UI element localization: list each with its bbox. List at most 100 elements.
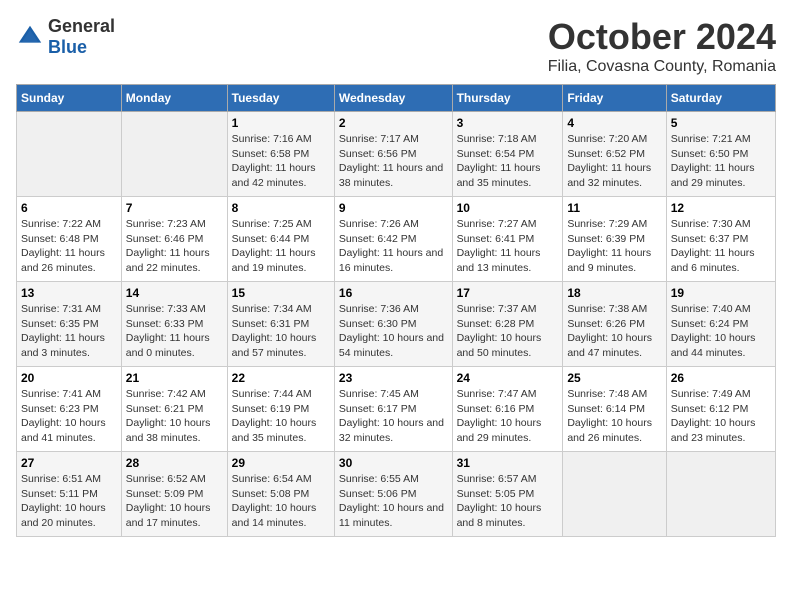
- day-number: 19: [671, 286, 771, 300]
- logo-general: General: [48, 16, 115, 36]
- day-info: Sunrise: 7:40 AMSunset: 6:24 PMDaylight:…: [671, 302, 771, 361]
- day-number: 15: [232, 286, 330, 300]
- day-number: 21: [126, 371, 223, 385]
- calendar-cell: 24 Sunrise: 7:47 AMSunset: 6:16 PMDaylig…: [452, 367, 563, 452]
- location-title: Filia, Covasna County, Romania: [548, 58, 776, 76]
- calendar-cell: 14 Sunrise: 7:33 AMSunset: 6:33 PMDaylig…: [121, 282, 227, 367]
- day-info: Sunrise: 7:21 AMSunset: 6:50 PMDaylight:…: [671, 132, 771, 191]
- day-info: Sunrise: 6:57 AMSunset: 5:05 PMDaylight:…: [457, 472, 559, 531]
- day-info: Sunrise: 7:44 AMSunset: 6:19 PMDaylight:…: [232, 387, 330, 446]
- day-number: 16: [339, 286, 448, 300]
- day-info: Sunrise: 6:55 AMSunset: 5:06 PMDaylight:…: [339, 472, 448, 531]
- day-info: Sunrise: 7:47 AMSunset: 6:16 PMDaylight:…: [457, 387, 559, 446]
- day-number: 30: [339, 456, 448, 470]
- logo: General Blue: [16, 16, 115, 58]
- day-info: Sunrise: 7:18 AMSunset: 6:54 PMDaylight:…: [457, 132, 559, 191]
- calendar-cell: 23 Sunrise: 7:45 AMSunset: 6:17 PMDaylig…: [334, 367, 452, 452]
- calendar-week-row: 13 Sunrise: 7:31 AMSunset: 6:35 PMDaylig…: [17, 282, 776, 367]
- weekday-header: Saturday: [666, 85, 775, 112]
- day-info: Sunrise: 6:52 AMSunset: 5:09 PMDaylight:…: [126, 472, 223, 531]
- day-number: 31: [457, 456, 559, 470]
- day-number: 3: [457, 116, 559, 130]
- day-info: Sunrise: 7:27 AMSunset: 6:41 PMDaylight:…: [457, 217, 559, 276]
- calendar-cell: 31 Sunrise: 6:57 AMSunset: 5:05 PMDaylig…: [452, 452, 563, 537]
- calendar-cell: 26 Sunrise: 7:49 AMSunset: 6:12 PMDaylig…: [666, 367, 775, 452]
- day-info: Sunrise: 7:48 AMSunset: 6:14 PMDaylight:…: [567, 387, 661, 446]
- calendar-cell: 12 Sunrise: 7:30 AMSunset: 6:37 PMDaylig…: [666, 197, 775, 282]
- calendar-week-row: 6 Sunrise: 7:22 AMSunset: 6:48 PMDayligh…: [17, 197, 776, 282]
- weekday-header: Monday: [121, 85, 227, 112]
- calendar-cell: 5 Sunrise: 7:21 AMSunset: 6:50 PMDayligh…: [666, 112, 775, 197]
- day-number: 23: [339, 371, 448, 385]
- day-info: Sunrise: 7:31 AMSunset: 6:35 PMDaylight:…: [21, 302, 117, 361]
- day-number: 5: [671, 116, 771, 130]
- calendar-cell: 25 Sunrise: 7:48 AMSunset: 6:14 PMDaylig…: [563, 367, 666, 452]
- calendar-cell: [17, 112, 122, 197]
- weekday-header: Friday: [563, 85, 666, 112]
- calendar-cell: [121, 112, 227, 197]
- calendar-cell: [666, 452, 775, 537]
- calendar-cell: 11 Sunrise: 7:29 AMSunset: 6:39 PMDaylig…: [563, 197, 666, 282]
- title-block: October 2024 Filia, Covasna County, Roma…: [548, 16, 776, 76]
- day-number: 13: [21, 286, 117, 300]
- calendar-header: SundayMondayTuesdayWednesdayThursdayFrid…: [17, 85, 776, 112]
- calendar-week-row: 27 Sunrise: 6:51 AMSunset: 5:11 PMDaylig…: [17, 452, 776, 537]
- day-info: Sunrise: 7:25 AMSunset: 6:44 PMDaylight:…: [232, 217, 330, 276]
- weekday-header: Tuesday: [227, 85, 334, 112]
- calendar-cell: 18 Sunrise: 7:38 AMSunset: 6:26 PMDaylig…: [563, 282, 666, 367]
- day-info: Sunrise: 7:17 AMSunset: 6:56 PMDaylight:…: [339, 132, 448, 191]
- day-info: Sunrise: 7:37 AMSunset: 6:28 PMDaylight:…: [457, 302, 559, 361]
- day-info: Sunrise: 7:33 AMSunset: 6:33 PMDaylight:…: [126, 302, 223, 361]
- day-info: Sunrise: 7:20 AMSunset: 6:52 PMDaylight:…: [567, 132, 661, 191]
- day-info: Sunrise: 7:36 AMSunset: 6:30 PMDaylight:…: [339, 302, 448, 361]
- page-header: General Blue October 2024 Filia, Covasna…: [16, 16, 776, 76]
- calendar-cell: 17 Sunrise: 7:37 AMSunset: 6:28 PMDaylig…: [452, 282, 563, 367]
- day-number: 1: [232, 116, 330, 130]
- calendar-body: 1 Sunrise: 7:16 AMSunset: 6:58 PMDayligh…: [17, 112, 776, 537]
- calendar-table: SundayMondayTuesdayWednesdayThursdayFrid…: [16, 84, 776, 537]
- calendar-cell: 6 Sunrise: 7:22 AMSunset: 6:48 PMDayligh…: [17, 197, 122, 282]
- weekday-header: Thursday: [452, 85, 563, 112]
- calendar-cell: 10 Sunrise: 7:27 AMSunset: 6:41 PMDaylig…: [452, 197, 563, 282]
- day-info: Sunrise: 7:22 AMSunset: 6:48 PMDaylight:…: [21, 217, 117, 276]
- calendar-cell: 27 Sunrise: 6:51 AMSunset: 5:11 PMDaylig…: [17, 452, 122, 537]
- day-info: Sunrise: 7:29 AMSunset: 6:39 PMDaylight:…: [567, 217, 661, 276]
- calendar-cell: 29 Sunrise: 6:54 AMSunset: 5:08 PMDaylig…: [227, 452, 334, 537]
- calendar-cell: 4 Sunrise: 7:20 AMSunset: 6:52 PMDayligh…: [563, 112, 666, 197]
- day-number: 29: [232, 456, 330, 470]
- day-number: 11: [567, 201, 661, 215]
- day-info: Sunrise: 6:54 AMSunset: 5:08 PMDaylight:…: [232, 472, 330, 531]
- calendar-cell: 1 Sunrise: 7:16 AMSunset: 6:58 PMDayligh…: [227, 112, 334, 197]
- month-title: October 2024: [548, 16, 776, 58]
- day-info: Sunrise: 7:42 AMSunset: 6:21 PMDaylight:…: [126, 387, 223, 446]
- calendar-cell: 7 Sunrise: 7:23 AMSunset: 6:46 PMDayligh…: [121, 197, 227, 282]
- day-info: Sunrise: 7:41 AMSunset: 6:23 PMDaylight:…: [21, 387, 117, 446]
- calendar-cell: 3 Sunrise: 7:18 AMSunset: 6:54 PMDayligh…: [452, 112, 563, 197]
- day-number: 27: [21, 456, 117, 470]
- day-info: Sunrise: 7:16 AMSunset: 6:58 PMDaylight:…: [232, 132, 330, 191]
- day-number: 26: [671, 371, 771, 385]
- day-number: 9: [339, 201, 448, 215]
- day-number: 25: [567, 371, 661, 385]
- calendar-week-row: 20 Sunrise: 7:41 AMSunset: 6:23 PMDaylig…: [17, 367, 776, 452]
- day-number: 24: [457, 371, 559, 385]
- calendar-cell: 16 Sunrise: 7:36 AMSunset: 6:30 PMDaylig…: [334, 282, 452, 367]
- day-number: 8: [232, 201, 330, 215]
- calendar-cell: 15 Sunrise: 7:34 AMSunset: 6:31 PMDaylig…: [227, 282, 334, 367]
- calendar-cell: 21 Sunrise: 7:42 AMSunset: 6:21 PMDaylig…: [121, 367, 227, 452]
- logo-icon: [16, 23, 44, 51]
- calendar-cell: 28 Sunrise: 6:52 AMSunset: 5:09 PMDaylig…: [121, 452, 227, 537]
- day-info: Sunrise: 7:26 AMSunset: 6:42 PMDaylight:…: [339, 217, 448, 276]
- weekday-header: Wednesday: [334, 85, 452, 112]
- calendar-cell: 30 Sunrise: 6:55 AMSunset: 5:06 PMDaylig…: [334, 452, 452, 537]
- day-number: 17: [457, 286, 559, 300]
- calendar-cell: 2 Sunrise: 7:17 AMSunset: 6:56 PMDayligh…: [334, 112, 452, 197]
- weekday-row: SundayMondayTuesdayWednesdayThursdayFrid…: [17, 85, 776, 112]
- day-info: Sunrise: 7:30 AMSunset: 6:37 PMDaylight:…: [671, 217, 771, 276]
- calendar-cell: 9 Sunrise: 7:26 AMSunset: 6:42 PMDayligh…: [334, 197, 452, 282]
- calendar-cell: 20 Sunrise: 7:41 AMSunset: 6:23 PMDaylig…: [17, 367, 122, 452]
- calendar-cell: 19 Sunrise: 7:40 AMSunset: 6:24 PMDaylig…: [666, 282, 775, 367]
- day-number: 4: [567, 116, 661, 130]
- day-info: Sunrise: 7:34 AMSunset: 6:31 PMDaylight:…: [232, 302, 330, 361]
- day-number: 2: [339, 116, 448, 130]
